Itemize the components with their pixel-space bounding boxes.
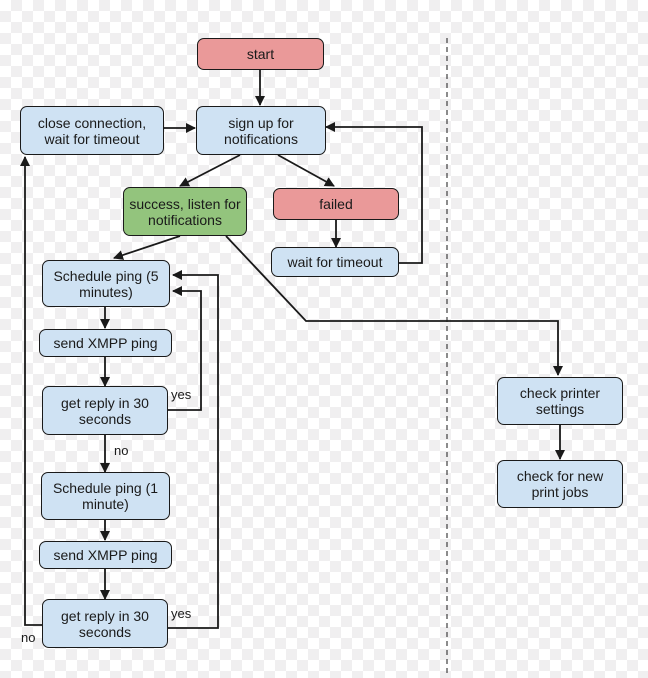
node-schedule-1min-label: Schedule ping (1 minute) [52, 480, 159, 512]
node-check-settings[interactable]: check printer settings [497, 377, 623, 425]
node-close-connection-label: close connection, wait for timeout [37, 114, 147, 147]
edge-signup-success [179, 154, 241, 187]
node-send-ping-1-label: send XMPP ping [53, 335, 158, 351]
edge-reply2-yes [168, 270, 219, 629]
node-check-jobs-label: check for new print jobs [516, 468, 604, 500]
node-wait-timeout-label: wait for timeout [287, 254, 383, 270]
node-send-ping-1[interactable]: send XMPP ping [39, 329, 172, 357]
node-schedule-1min[interactable]: Schedule ping (1 minute) [41, 472, 170, 520]
node-start[interactable]: start [197, 38, 324, 70]
node-close-connection[interactable]: close connection, wait for timeout [20, 106, 164, 155]
node-success-label: success, listen for notifications [129, 195, 241, 228]
node-send-ping-2-label: send XMPP ping [53, 547, 158, 563]
node-reply-1[interactable]: get reply in 30 seconds [42, 386, 168, 435]
node-check-settings-label: check printer settings [519, 385, 601, 417]
node-check-jobs[interactable]: check for new print jobs [497, 460, 623, 508]
node-failed-label: failed [319, 196, 353, 212]
edge-label-reply1-no: no [114, 443, 129, 458]
node-schedule-5min[interactable]: Schedule ping (5 minutes) [42, 260, 170, 307]
node-reply-2-label: get reply in 30 seconds [61, 607, 149, 640]
node-reply-1-label: get reply in 30 seconds [61, 394, 149, 427]
edge-signup-failed [277, 154, 335, 187]
node-reply-2[interactable]: get reply in 30 seconds [42, 599, 168, 648]
node-start-label: start [246, 46, 275, 62]
node-wait-timeout[interactable]: wait for timeout [271, 247, 399, 277]
node-sign-up[interactable]: sign up for notifications [196, 106, 326, 155]
edge-label-reply2-no: no [21, 630, 36, 645]
node-failed[interactable]: failed [273, 188, 399, 220]
edge-success-schedule5 [113, 235, 181, 260]
node-sign-up-label: sign up for notifications [224, 114, 298, 147]
edge-label-reply1-yes: yes [171, 387, 192, 402]
node-send-ping-2[interactable]: send XMPP ping [39, 541, 172, 569]
node-schedule-5min-label: Schedule ping (5 minutes) [53, 267, 159, 300]
edge-label-reply2-yes: yes [171, 606, 192, 621]
node-success[interactable]: success, listen for notifications [123, 187, 247, 236]
